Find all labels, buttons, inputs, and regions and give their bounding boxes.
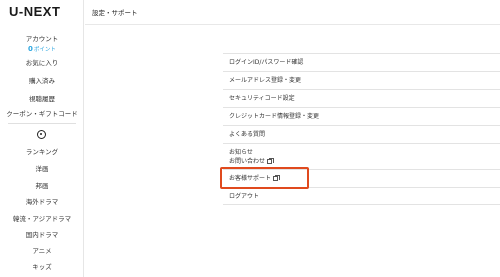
sidebar-category-ranking[interactable]: ランキング xyxy=(0,148,84,156)
unext-logo[interactable]: U-NEXT xyxy=(9,4,60,19)
highlight-box xyxy=(220,167,309,189)
points-unit: ポイント xyxy=(33,47,56,53)
sidebar-item-purchased[interactable]: 購入済み xyxy=(0,77,84,85)
settings-item-faq[interactable]: よくある質問 xyxy=(223,125,500,143)
points-value: 0 xyxy=(28,45,33,53)
sidebar-category-japanese-movies[interactable]: 邦画 xyxy=(0,182,84,190)
settings-item-security-code[interactable]: セキュリティコード設定 xyxy=(223,89,500,107)
sidebar-category-anime[interactable]: アニメ xyxy=(0,247,84,255)
settings-item-label: お問い合わせ xyxy=(229,158,266,165)
page-title: 設定・サポート xyxy=(92,9,138,17)
settings-item-label: よくある質問 xyxy=(229,131,266,138)
header-divider xyxy=(85,24,500,25)
sidebar-category-kids[interactable]: キッズ xyxy=(0,263,84,271)
settings-item-label: メールアドレス登録・変更 xyxy=(229,77,302,84)
settings-item-label: クレジットカード情報登録・変更 xyxy=(229,113,320,120)
settings-item-logout[interactable]: ログアウト xyxy=(223,187,500,205)
settings-item-login-password[interactable]: ログインID/パスワード確認 xyxy=(223,53,500,71)
sidebar: U-NEXT アカウント 0ポイント お気に入り 購入済み 視聴履歴 クーポン・… xyxy=(0,0,84,277)
settings-item-label: ログインID/パスワード確認 xyxy=(229,59,304,66)
sidebar-account[interactable]: アカウント xyxy=(0,35,84,43)
sidebar-divider xyxy=(8,123,76,124)
points-balance[interactable]: 0ポイント xyxy=(0,45,84,53)
sidebar-category-foreign-drama[interactable]: 海外ドラマ xyxy=(0,198,84,206)
sidebar-category-western-movies[interactable]: 洋画 xyxy=(0,165,84,173)
sidebar-category-domestic-drama[interactable]: 国内ドラマ xyxy=(0,231,84,239)
settings-item-label: セキュリティコード設定 xyxy=(229,95,295,102)
settings-item-credit-card[interactable]: クレジットカード情報登録・変更 xyxy=(223,107,500,125)
sidebar-category-asian-drama[interactable]: 韓流・アジアドラマ xyxy=(0,215,84,223)
sidebar-item-favorites[interactable]: お気に入り xyxy=(0,59,84,67)
settings-item-email[interactable]: メールアドレス登録・変更 xyxy=(223,71,500,89)
settings-item-label: ログアウト xyxy=(229,193,260,200)
external-window-icon xyxy=(267,157,275,164)
sidebar-item-coupon[interactable]: クーポン・ギフトコード xyxy=(0,110,84,118)
circle-dot-icon[interactable] xyxy=(37,130,46,139)
sidebar-item-history[interactable]: 視聴履歴 xyxy=(0,95,84,103)
